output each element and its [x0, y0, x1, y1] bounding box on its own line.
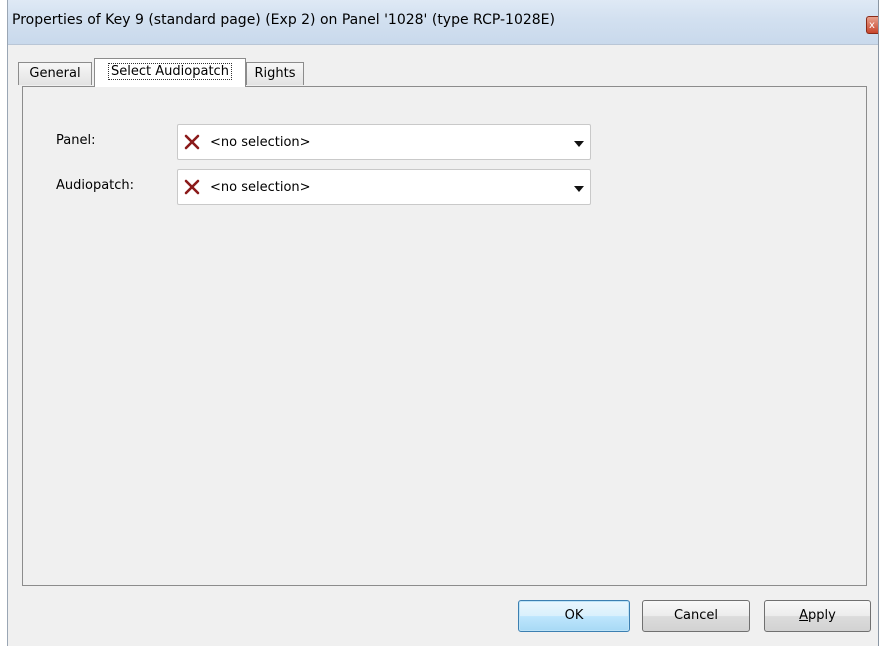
- tab-select-audiopatch-label: Select Audiopatch: [108, 63, 232, 80]
- chevron-down-icon[interactable]: [574, 186, 584, 192]
- apply-button[interactable]: Apply: [764, 600, 871, 632]
- tab-general-label: General: [29, 66, 81, 81]
- apply-button-mnemonic: A: [799, 608, 809, 623]
- tab-general[interactable]: General: [18, 62, 92, 85]
- audiopatch-label: Audiopatch:: [56, 178, 135, 193]
- tab-panel-select-audiopatch: Panel: <no selection> Audiopatch: <no se…: [22, 86, 867, 586]
- cancel-button[interactable]: Cancel: [642, 600, 750, 632]
- red-x-icon: [184, 179, 200, 195]
- panel-label: Panel:: [56, 133, 96, 148]
- tab-rights[interactable]: Rights: [246, 62, 304, 85]
- close-button[interactable]: x: [866, 16, 878, 34]
- panel-combobox-value: <no selection>: [210, 135, 311, 150]
- properties-dialog: Properties of Key 9 (standard page) (Exp…: [8, 0, 879, 646]
- ok-button[interactable]: OK: [518, 600, 630, 632]
- apply-button-label: pply: [808, 608, 836, 623]
- audiopatch-combobox-value: <no selection>: [210, 180, 311, 195]
- tab-rights-label: Rights: [254, 66, 296, 81]
- panel-combobox[interactable]: <no selection>: [177, 124, 591, 160]
- window-title: Properties of Key 9 (standard page) (Exp…: [12, 12, 555, 28]
- audiopatch-combobox[interactable]: <no selection>: [177, 169, 591, 205]
- tab-select-audiopatch[interactable]: Select Audiopatch: [94, 58, 246, 87]
- chevron-down-icon[interactable]: [574, 141, 584, 147]
- red-x-icon: [184, 134, 200, 150]
- title-bar[interactable]: Properties of Key 9 (standard page) (Exp…: [8, 0, 878, 45]
